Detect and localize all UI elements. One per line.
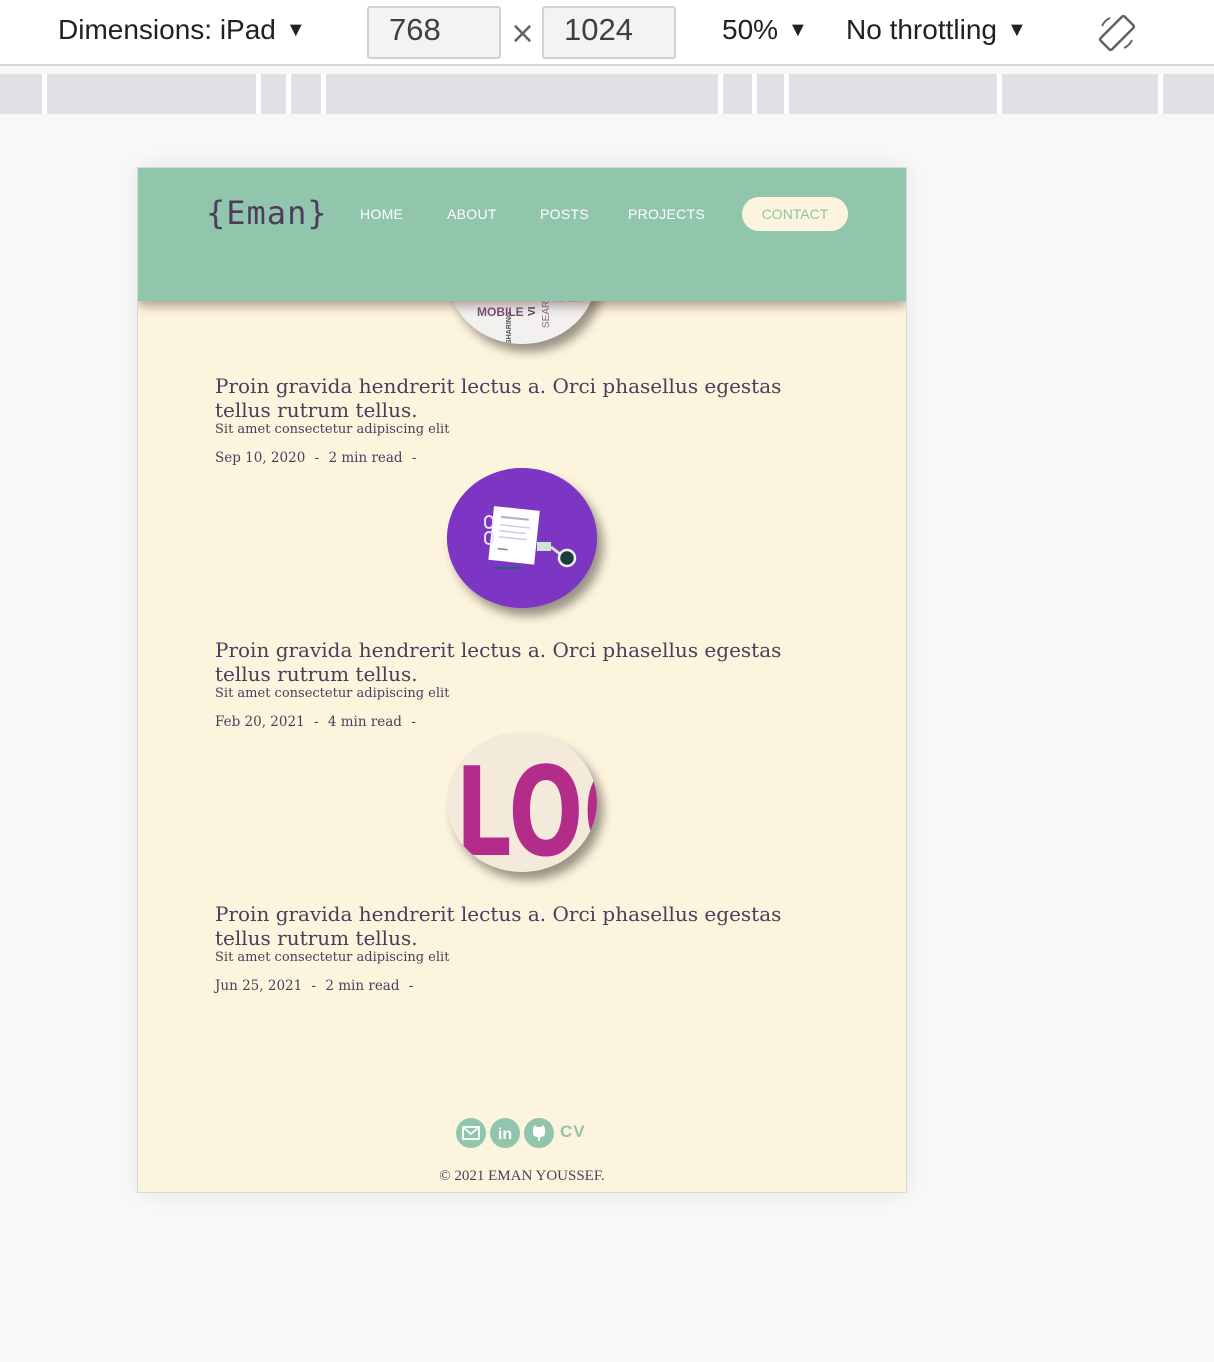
post-read-time: 4 min read xyxy=(327,714,402,730)
post-title[interactable]: Proin gravida hendrerit lectus a. Orci p… xyxy=(215,902,815,950)
word-cloud-word: VI xyxy=(527,306,538,316)
post-meta: Feb 20, 2021 - 4 min read - xyxy=(215,714,421,730)
nav-posts[interactable]: POSTS xyxy=(540,206,589,222)
devtools-device-toolbar: Dimensions: iPad ▼ 768 × 1024 50% ▼ No thr… xyxy=(0,0,1214,66)
post-meta: Sep 10, 2020 - 2 min read - xyxy=(215,450,421,466)
post-subtitle: Sit amet consectetur adipiscing elit xyxy=(215,422,450,437)
dimensions-label: Dimensions: iPad xyxy=(58,14,276,45)
linkedin-icon[interactable]: in xyxy=(490,1118,520,1148)
linkedin-text: in xyxy=(498,1126,512,1143)
nav-contact-button[interactable]: CONTACT xyxy=(742,197,848,231)
rotate-device-icon[interactable] xyxy=(1098,14,1136,52)
nav-about[interactable]: ABOUT xyxy=(447,206,497,222)
blog-thumb-text: BLOG xyxy=(447,742,597,872)
cv-link[interactable]: CV xyxy=(560,1122,586,1142)
meta-separator: - xyxy=(408,978,414,994)
zoom-label: 50% xyxy=(722,14,779,45)
chevron-down-icon: ▼ xyxy=(1006,19,1027,41)
post-meta: Jun 25, 2021 - 2 min read - xyxy=(215,978,418,994)
device-viewport: {Eman} HOME ABOUT POSTS PROJECTS CONTACT… xyxy=(137,167,907,1193)
zoom-dropdown[interactable]: 50% ▼ xyxy=(722,14,808,46)
post-title[interactable]: Proin gravida hendrerit lectus a. Orci p… xyxy=(215,638,815,686)
site-logo[interactable]: {Eman} xyxy=(206,194,328,232)
chevron-down-icon: ▼ xyxy=(788,19,808,41)
post-thumbnail-document[interactable] xyxy=(447,468,597,608)
post-date: Jun 25, 2021 xyxy=(215,978,303,994)
media-query-ruler[interactable] xyxy=(0,74,1214,114)
nav-home[interactable]: HOME xyxy=(360,206,403,222)
post-date: Sep 10, 2020 xyxy=(215,450,306,466)
meta-separator: - xyxy=(411,714,416,730)
post-subtitle: Sit amet consectetur adipiscing elit xyxy=(215,950,450,965)
meta-separator: - xyxy=(411,450,417,466)
post-title[interactable]: Proin gravida hendrerit lectus a. Orci p… xyxy=(215,374,815,422)
meta-separator: - xyxy=(314,450,320,466)
throttling-dropdown[interactable]: No throttling ▼ xyxy=(846,14,1027,46)
post-read-time: 2 min read xyxy=(325,978,400,994)
post-date: Feb 20, 2021 xyxy=(215,714,305,730)
nav-projects[interactable]: PROJECTS xyxy=(628,206,705,222)
meta-separator: - xyxy=(311,978,317,994)
dimensions-dropdown[interactable]: Dimensions: iPad ▼ xyxy=(58,14,306,46)
email-icon[interactable] xyxy=(456,1118,486,1148)
post-subtitle: Sit amet consectetur adipiscing elit xyxy=(215,686,450,701)
github-icon[interactable] xyxy=(524,1118,554,1148)
footer-copyright: © 2021 EMAN YOUSSEF. xyxy=(439,1168,605,1184)
chevron-down-icon: ▼ xyxy=(285,19,306,41)
times-icon: × xyxy=(510,16,536,51)
height-input[interactable]: 1024 xyxy=(542,6,676,59)
meta-separator: - xyxy=(313,714,319,730)
word-cloud-word: MOBILE xyxy=(477,305,524,319)
width-input[interactable]: 768 xyxy=(367,6,501,59)
site-header: {Eman} HOME ABOUT POSTS PROJECTS CONTACT xyxy=(138,168,906,301)
word-cloud-word: SHARING xyxy=(506,311,513,344)
post-thumbnail-blog[interactable]: BLOG xyxy=(447,732,597,872)
throttling-label: No throttling xyxy=(846,14,997,45)
post-read-time: 2 min read xyxy=(328,450,403,466)
word-cloud-word: SEAR xyxy=(541,301,552,328)
